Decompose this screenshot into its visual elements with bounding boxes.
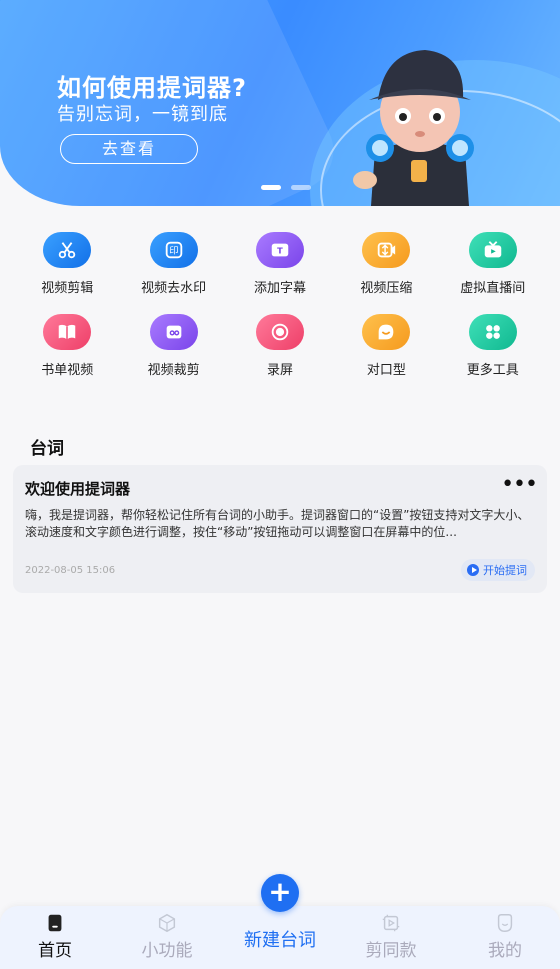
tool-label: 更多工具 [466, 363, 519, 378]
tool-label: 录屏 [266, 363, 293, 378]
new-script-label[interactable]: 新建台词 [230, 926, 330, 952]
scissors-icon [43, 232, 92, 268]
banner-title: 如何使用提词器? [57, 74, 247, 102]
start-prompt-button[interactable]: 开始提词 [461, 559, 535, 581]
tool-video-compress[interactable]: 视频压缩 [333, 232, 439, 296]
start-prompt-label: 开始提词 [483, 564, 527, 577]
nav-home-label: 首页 [38, 941, 72, 961]
tool-label: 对口型 [366, 363, 406, 378]
nav-features-label: 小功能 [141, 941, 193, 961]
nav-features[interactable]: 小功能 [122, 912, 212, 961]
mascot-illustration [353, 50, 474, 206]
tools-grid: 视频剪辑 印 视频去水印 T 添加字幕 视频压缩 虚拟直播间 书单视频 视频裁剪… [14, 232, 546, 378]
tool-label: 视频压缩 [360, 281, 413, 296]
tool-label: 虚拟直播间 [460, 281, 526, 296]
tool-booklist-video[interactable]: 书单视频 [14, 314, 120, 378]
nav-templates-label: 剪同款 [365, 941, 417, 961]
svg-text:T: T [277, 246, 283, 256]
carousel-indicator [261, 185, 311, 190]
tool-more-tools[interactable]: 更多工具 [440, 314, 546, 378]
book-icon [43, 314, 92, 350]
script-title: 欢迎使用提词器 [25, 480, 131, 498]
banner-subtitle: 告别忘词，一镜到底 [57, 104, 228, 125]
subtitle-icon: T [255, 232, 304, 268]
tool-screen-record[interactable]: 录屏 [227, 314, 333, 378]
tool-label: 书单视频 [41, 363, 94, 378]
tv-icon [468, 232, 517, 268]
tool-label: 视频剪辑 [41, 281, 94, 296]
tool-video-edit[interactable]: 视频剪辑 [14, 232, 120, 296]
watermark-icon: 印 [149, 232, 198, 268]
script-date: 2022-08-05 15:06 [25, 565, 116, 576]
profile-icon [497, 914, 513, 932]
tool-video-crop[interactable]: 视频裁剪 [120, 314, 226, 378]
tool-label: 视频裁剪 [147, 363, 200, 378]
tool-add-subtitle[interactable]: T 添加字幕 [227, 232, 333, 296]
template-icon [382, 914, 400, 932]
script-card[interactable]: 欢迎使用提词器 ••• 嗨，我是提词器，帮你轻松记住所有台词的小助手。提词器窗口… [13, 465, 547, 593]
nav-profile[interactable]: 我的 [460, 912, 550, 961]
banner-view-button[interactable]: 去查看 [60, 134, 198, 164]
cube-icon [158, 913, 176, 933]
nav-templates[interactable]: 剪同款 [346, 912, 436, 961]
tool-label: 添加字幕 [253, 281, 306, 296]
plus-icon: + [268, 874, 292, 908]
crop-icon [149, 314, 198, 350]
tool-remove-watermark[interactable]: 印 视频去水印 [120, 232, 226, 296]
tool-label: 视频去水印 [141, 281, 207, 296]
grid-icon [468, 314, 517, 350]
record-icon [255, 314, 304, 350]
home-icon [48, 914, 62, 932]
nav-home[interactable]: 首页 [10, 912, 100, 961]
svg-text:印: 印 [169, 245, 178, 257]
tool-virtual-live[interactable]: 虚拟直播间 [440, 232, 546, 296]
banner[interactable]: 如何使用提词器? 告别忘词，一镜到底 去查看 [0, 0, 560, 206]
play-icon [467, 564, 479, 576]
nav-profile-label: 我的 [488, 941, 522, 961]
carousel-dot [291, 185, 311, 190]
more-options-icon[interactable]: ••• [501, 474, 538, 496]
section-title: 台词 [30, 439, 64, 459]
compress-icon [362, 232, 411, 268]
new-script-button[interactable]: + [261, 874, 299, 912]
lip-sync-icon [362, 314, 411, 350]
script-preview: 嗨，我是提词器，帮你轻松记住所有台词的小助手。提词器窗口的“设置”按钮支持对文字… [25, 508, 530, 539]
carousel-dot-active [261, 185, 281, 190]
tool-lip-sync[interactable]: 对口型 [333, 314, 439, 378]
